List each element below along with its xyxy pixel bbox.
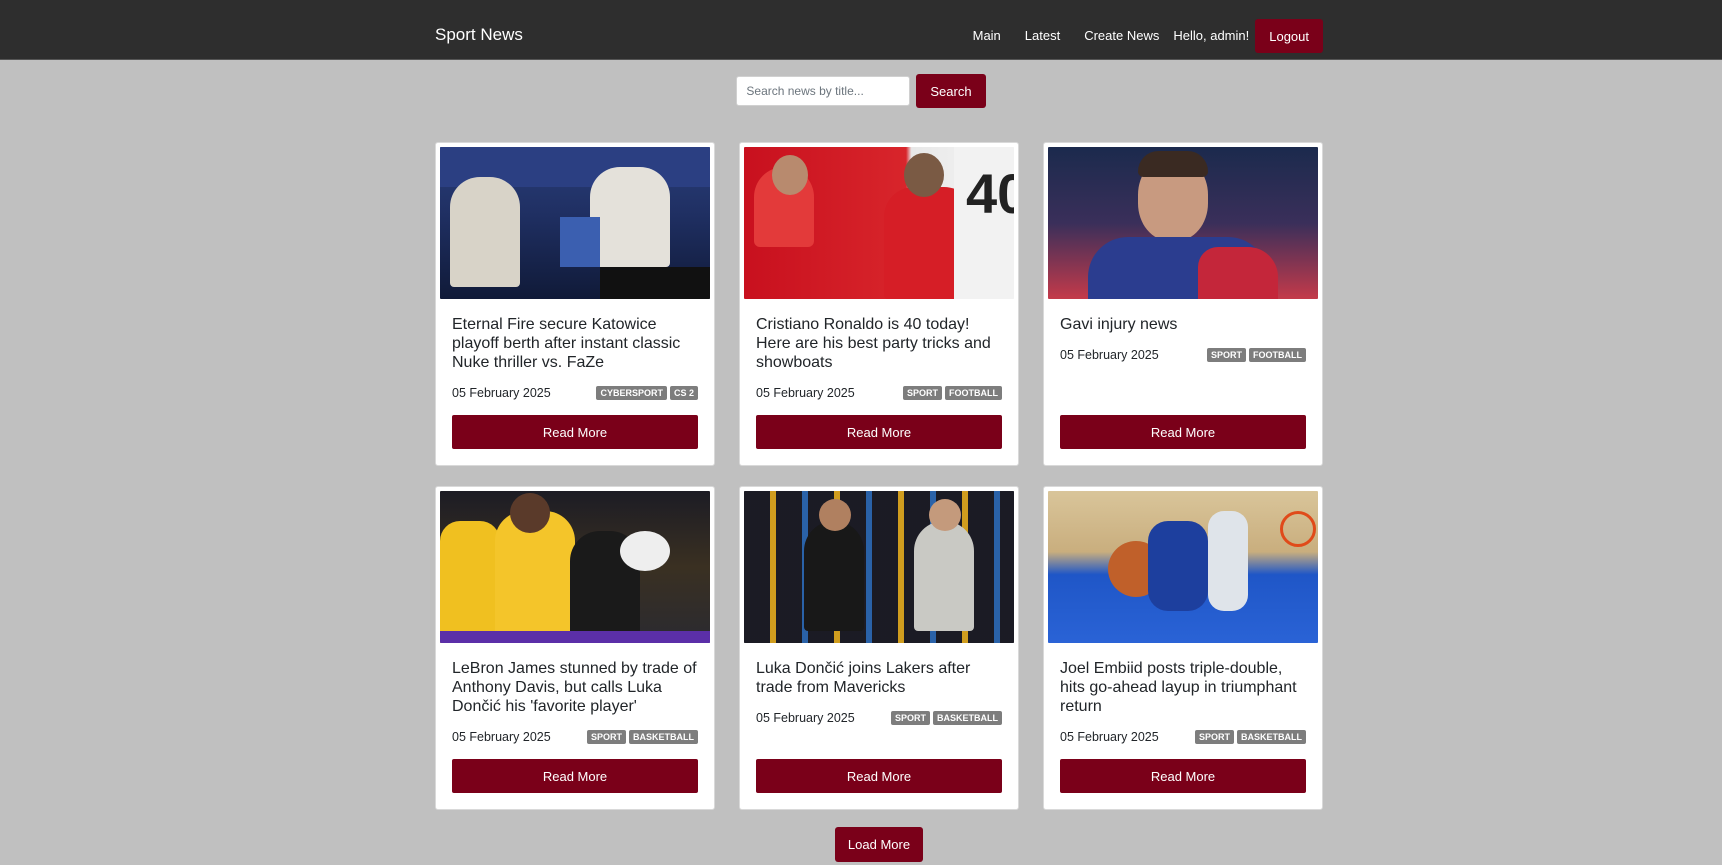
search-button[interactable]: Search xyxy=(916,74,986,108)
read-more-button[interactable]: Read More xyxy=(452,415,698,449)
news-tag: BASKETBALL xyxy=(933,711,1002,725)
read-more-button[interactable]: Read More xyxy=(756,415,1002,449)
news-tag: SPORT xyxy=(1194,730,1234,744)
news-card-title: Cristiano Ronaldo is 40 today! Here are … xyxy=(756,316,991,371)
news-tag: CYBERSPORT xyxy=(596,386,667,400)
news-tag: SPORT xyxy=(902,386,942,400)
news-tag: FOOTBALL xyxy=(945,386,1002,400)
news-card-image[interactable] xyxy=(440,491,710,643)
news-tag: SPORT xyxy=(890,711,930,725)
news-card-title: Luka Dončić joins Lakers after trade fro… xyxy=(756,660,971,696)
search-bar: Search xyxy=(0,74,1722,108)
news-card: Joel Embiid posts triple-double, hits go… xyxy=(1043,486,1323,810)
brand-link[interactable]: Sport News xyxy=(435,0,523,71)
read-more-button[interactable]: Read More xyxy=(756,759,1002,793)
search-input[interactable] xyxy=(736,76,911,106)
news-card-title: Eternal Fire secure Katowice playoff ber… xyxy=(452,316,681,371)
news-tag: SPORT xyxy=(1206,348,1246,362)
read-more-button[interactable]: Read More xyxy=(452,759,698,793)
news-tag: CS 2 xyxy=(669,386,698,400)
news-card-date: 05 February 2025 xyxy=(756,386,855,400)
news-grid: Eternal Fire secure Katowice playoff ber… xyxy=(435,142,1323,810)
news-card-date: 05 February 2025 xyxy=(756,711,855,725)
logout-button[interactable]: Logout xyxy=(1255,19,1323,53)
news-card-image[interactable]: 40 xyxy=(744,147,1014,299)
news-tag: BASKETBALL xyxy=(629,730,698,744)
news-card: 40 Cristiano Ronaldo is 40 today! Here a… xyxy=(739,142,1019,466)
news-card-date: 05 February 2025 xyxy=(1060,730,1159,744)
news-card-title: LeBron James stunned by trade of Anthony… xyxy=(452,660,697,715)
news-card-title: Gavi injury news xyxy=(1060,316,1178,333)
news-card: Gavi injury news 05 February 2025 SPORT … xyxy=(1043,142,1323,466)
news-tag: SPORT xyxy=(586,730,626,744)
news-card: Luka Dončić joins Lakers after trade fro… xyxy=(739,486,1019,810)
news-card-image[interactable] xyxy=(744,491,1014,643)
top-navbar: Sport News Main Latest Create News Hello… xyxy=(0,0,1722,60)
nav-link-main[interactable]: Main xyxy=(961,19,1013,53)
news-card-image[interactable] xyxy=(1048,147,1318,299)
read-more-button[interactable]: Read More xyxy=(1060,759,1306,793)
load-more-button[interactable]: Load More xyxy=(835,827,923,862)
nav-right: Main Latest Create News Hello, admin! Lo… xyxy=(961,19,1323,53)
news-card-image[interactable] xyxy=(1048,491,1318,643)
news-card: Eternal Fire secure Katowice playoff ber… xyxy=(435,142,715,466)
news-card-date: 05 February 2025 xyxy=(1060,348,1159,362)
nav-link-create-news[interactable]: Create News xyxy=(1072,19,1171,53)
nav-link-latest[interactable]: Latest xyxy=(1013,19,1072,53)
news-card-image[interactable] xyxy=(440,147,710,299)
news-card-title: Joel Embiid posts triple-double, hits go… xyxy=(1060,660,1297,715)
news-card: LeBron James stunned by trade of Anthony… xyxy=(435,486,715,810)
read-more-button[interactable]: Read More xyxy=(1060,415,1306,449)
news-card-date: 05 February 2025 xyxy=(452,386,551,400)
news-card-date: 05 February 2025 xyxy=(452,730,551,744)
news-tag: BASKETBALL xyxy=(1237,730,1306,744)
user-greeting: Hello, admin! xyxy=(1173,28,1250,43)
news-tag: FOOTBALL xyxy=(1249,348,1306,362)
